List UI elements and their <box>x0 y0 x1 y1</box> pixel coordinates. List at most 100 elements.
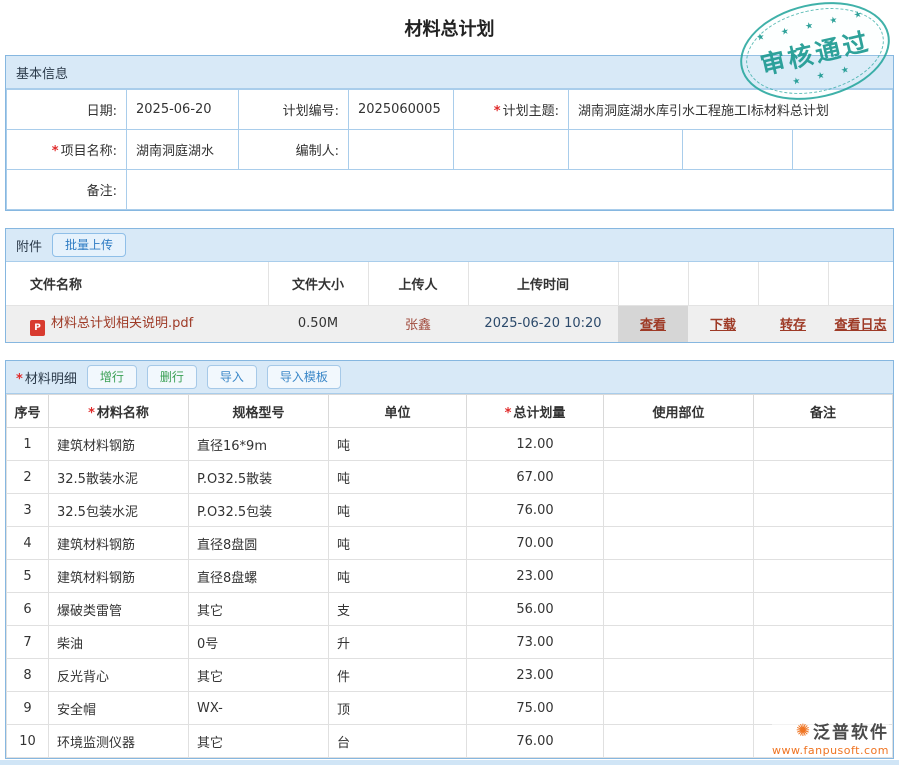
materials-section: *材料明细 增行 删行 导入 导入模板 序号 *材料名称 规格型号 单位 *总计… <box>5 360 894 759</box>
material-part-cell[interactable] <box>604 593 754 626</box>
material-name-cell[interactable]: 建筑材料钢筋 <box>49 527 189 560</box>
material-unit-cell[interactable]: 吨 <box>329 428 467 461</box>
material-name-cell[interactable]: 32.5包装水泥 <box>49 494 189 527</box>
compiler-field[interactable] <box>349 130 454 170</box>
view-action-cell: 查看 <box>618 305 688 342</box>
material-spec-cell[interactable]: 直径8盘螺 <box>189 560 329 593</box>
material-qty-cell[interactable]: 56.00 <box>467 593 604 626</box>
material-part-cell[interactable] <box>604 725 754 758</box>
remark-field[interactable] <box>127 170 893 210</box>
material-name-cell[interactable]: 环境监测仪器 <box>49 725 189 758</box>
required-marker: * <box>505 406 512 421</box>
material-spec-cell[interactable]: 其它 <box>189 593 329 626</box>
material-name-cell[interactable]: 爆破类雷管 <box>49 593 189 626</box>
attachments-header-row: 文件名称 文件大小 上传人 上传时间 <box>6 262 893 305</box>
project-field[interactable]: 湖南洞庭湖水 <box>127 130 239 170</box>
delete-row-button[interactable]: 删行 <box>147 365 197 389</box>
col-actions <box>688 262 758 305</box>
material-name-cell[interactable]: 反光背心 <box>49 659 189 692</box>
required-marker: * <box>494 104 501 119</box>
view-log-link[interactable]: 查看日志 <box>834 318 886 333</box>
material-part-cell[interactable] <box>604 494 754 527</box>
batch-upload-button[interactable]: 批量上传 <box>52 233 126 257</box>
remark-label: 备注: <box>7 170 127 210</box>
material-unit-cell[interactable]: 吨 <box>329 494 467 527</box>
material-part-cell[interactable] <box>604 560 754 593</box>
material-unit-cell[interactable]: 吨 <box>329 461 467 494</box>
attachments-section: 附件 批量上传 文件名称 文件大小 上传人 上传时间 P材料总计划相关说明.pd… <box>5 228 894 343</box>
material-remark-cell[interactable] <box>754 593 893 626</box>
material-qty-cell[interactable]: 75.00 <box>467 692 604 725</box>
col-actions <box>758 262 828 305</box>
material-remark-cell[interactable] <box>754 494 893 527</box>
material-spec-cell[interactable]: WX- <box>189 692 329 725</box>
col-remark: 备注 <box>754 395 893 428</box>
material-part-cell[interactable] <box>604 461 754 494</box>
material-part-cell[interactable] <box>604 527 754 560</box>
material-qty-cell[interactable]: 76.00 <box>467 494 604 527</box>
date-field[interactable]: 2025-06-20 <box>127 90 239 130</box>
material-unit-cell[interactable]: 吨 <box>329 560 467 593</box>
material-name-cell[interactable]: 建筑材料钢筋 <box>49 428 189 461</box>
material-qty-cell[interactable]: 23.00 <box>467 560 604 593</box>
material-unit-cell[interactable]: 件 <box>329 659 467 692</box>
material-name-cell[interactable]: 32.5散装水泥 <box>49 461 189 494</box>
material-qty-cell[interactable]: 73.00 <box>467 626 604 659</box>
material-remark-cell[interactable] <box>754 560 893 593</box>
material-spec-cell[interactable]: 直径8盘圆 <box>189 527 329 560</box>
material-unit-cell[interactable]: 升 <box>329 626 467 659</box>
plan-no-field[interactable]: 2025060005 <box>349 90 454 130</box>
material-spec-cell[interactable]: 其它 <box>189 659 329 692</box>
fanpu-website-link[interactable]: www.fanpusoft.com <box>772 744 889 757</box>
material-row: 6 爆破类雷管 其它 支 56.00 <box>7 593 893 626</box>
material-row: 5 建筑材料钢筋 直径8盘螺 吨 23.00 <box>7 560 893 593</box>
transfer-save-link[interactable]: 转存 <box>780 318 806 333</box>
attachment-file-name[interactable]: 材料总计划相关说明.pdf <box>51 316 193 331</box>
material-remark-cell[interactable] <box>754 527 893 560</box>
subject-field[interactable]: 湖南洞庭湖水库引水工程施工I标材料总计划 <box>569 90 893 130</box>
material-name-cell[interactable]: 柴油 <box>49 626 189 659</box>
material-spec-cell[interactable]: P.O32.5散装 <box>189 461 329 494</box>
material-part-cell[interactable] <box>604 659 754 692</box>
material-no: 3 <box>7 494 49 527</box>
material-row: 10 环境监测仪器 其它 台 76.00 <box>7 725 893 758</box>
material-remark-cell[interactable] <box>754 428 893 461</box>
material-name-cell[interactable]: 安全帽 <box>49 692 189 725</box>
horizontal-scrollbar[interactable] <box>0 760 899 765</box>
material-unit-cell[interactable]: 顶 <box>329 692 467 725</box>
date-label: 日期: <box>7 90 127 130</box>
material-qty-cell[interactable]: 67.00 <box>467 461 604 494</box>
material-qty-cell[interactable]: 12.00 <box>467 428 604 461</box>
add-row-button[interactable]: 增行 <box>87 365 137 389</box>
material-part-cell[interactable] <box>604 428 754 461</box>
download-link[interactable]: 下载 <box>710 318 736 333</box>
materials-header: *材料明细 增行 删行 导入 导入模板 <box>6 361 893 394</box>
project-label-text: 项目名称: <box>61 144 117 159</box>
view-link[interactable]: 查看 <box>640 318 666 333</box>
material-qty-cell[interactable]: 23.00 <box>467 659 604 692</box>
material-spec-cell[interactable]: 0号 <box>189 626 329 659</box>
material-unit-cell[interactable]: 台 <box>329 725 467 758</box>
col-spec: 规格型号 <box>189 395 329 428</box>
material-part-cell[interactable] <box>604 626 754 659</box>
material-no: 8 <box>7 659 49 692</box>
material-spec-cell[interactable]: 其它 <box>189 725 329 758</box>
material-remark-cell[interactable] <box>754 626 893 659</box>
material-spec-cell[interactable]: P.O32.5包装 <box>189 494 329 527</box>
import-template-button[interactable]: 导入模板 <box>267 365 341 389</box>
basic-info-row-2: *项目名称: 湖南洞庭湖水 编制人: <box>7 130 893 170</box>
material-remark-cell[interactable] <box>754 659 893 692</box>
import-button[interactable]: 导入 <box>207 365 257 389</box>
save-action-cell: 转存 <box>758 305 828 342</box>
material-unit-cell[interactable]: 吨 <box>329 527 467 560</box>
material-qty-cell[interactable]: 70.00 <box>467 527 604 560</box>
material-unit-cell[interactable]: 支 <box>329 593 467 626</box>
empty-cell <box>793 130 893 170</box>
material-spec-cell[interactable]: 直径16*9m <box>189 428 329 461</box>
col-seq: 序号 <box>7 395 49 428</box>
col-actions <box>828 262 893 305</box>
material-remark-cell[interactable] <box>754 461 893 494</box>
material-name-cell[interactable]: 建筑材料钢筋 <box>49 560 189 593</box>
material-part-cell[interactable] <box>604 692 754 725</box>
material-qty-cell[interactable]: 76.00 <box>467 725 604 758</box>
